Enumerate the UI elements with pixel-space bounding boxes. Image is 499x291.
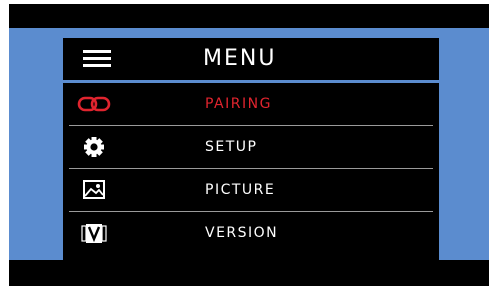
- menu-item-label: SETUP: [205, 139, 258, 155]
- gear-icon: [77, 135, 111, 159]
- link-icon: [77, 92, 111, 116]
- menu-item-label: PICTURE: [205, 182, 276, 198]
- picture-icon: [77, 178, 111, 202]
- bottom-bezel: [9, 260, 489, 286]
- device-screen: MENU PAIRING SETUP PICTURE VERSION: [9, 4, 489, 286]
- version-icon: [77, 221, 111, 245]
- menu-header: MENU: [63, 38, 439, 80]
- top-bezel: [9, 4, 489, 28]
- menu-item-pairing[interactable]: PAIRING: [63, 83, 439, 125]
- menu-item-version[interactable]: VERSION: [63, 212, 439, 254]
- hamburger-menu-icon[interactable]: [83, 50, 111, 68]
- menu-item-label: VERSION: [205, 225, 279, 241]
- menu-title: MENU: [203, 46, 277, 71]
- menu-panel: MENU PAIRING SETUP PICTURE VERSION: [63, 38, 439, 260]
- menu-item-picture[interactable]: PICTURE: [63, 169, 439, 211]
- menu-item-label: PAIRING: [205, 96, 272, 112]
- menu-item-setup[interactable]: SETUP: [63, 126, 439, 168]
